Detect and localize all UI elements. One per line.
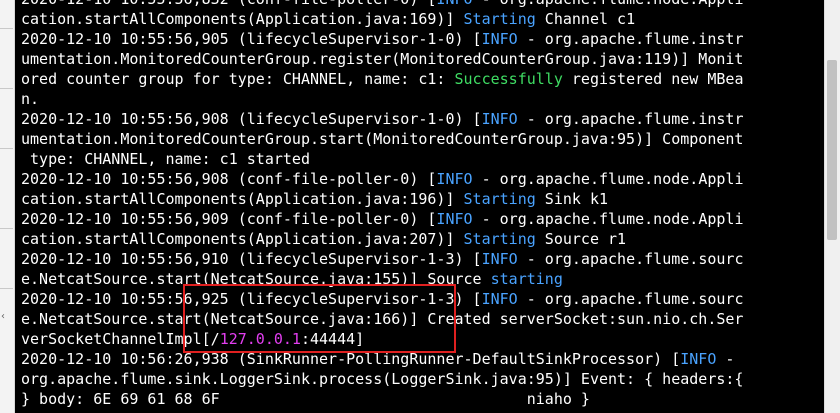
log-segment: cation.startAllComponents(Application.ja…: [21, 230, 464, 248]
log-segment: - org.apache.flume.node.Appli: [473, 0, 744, 8]
log-segment: Channel c1: [535, 10, 636, 28]
log-segment: -: [716, 350, 735, 368]
log-segment: 2020-12-10 10:55:56,909 (conf-file-polle…: [21, 210, 437, 228]
panel-divider: [0, 288, 13, 289]
panel-divider: [0, 148, 13, 149]
vertical-scrollbar[interactable]: [824, 0, 840, 413]
left-side-panel: ‹: [0, 0, 15, 413]
log-line: 2020-12-10 10:55:56,905 (lifecycleSuperv…: [21, 29, 821, 49]
log-keyword: INFO: [436, 0, 472, 8]
log-line: 2020-12-10 10:56:26,938 (SinkRunner-Poll…: [21, 349, 821, 369]
log-segment: verSocketChannelImpl[/: [21, 330, 220, 348]
log-segment: } body: 6E 69 61 68 6F niaho }: [21, 390, 590, 408]
log-keyword: Starting: [463, 10, 536, 28]
log-line: verSocketChannelImpl[/127.0.0.1:44444]: [21, 329, 821, 349]
scrollbar-thumb[interactable]: [827, 60, 837, 240]
log-segment: umentation.MonitoredCounterGroup.registe…: [21, 50, 744, 68]
log-line: 2020-12-10 10:55:56,909 (conf-file-polle…: [21, 209, 821, 229]
log-line: cation.startAllComponents(Application.ja…: [21, 9, 821, 29]
log-line: } body: 6E 69 61 68 6F niaho }: [21, 389, 821, 409]
log-segment: e.NetcatSource.start(NetcatSource.java:1…: [21, 310, 744, 328]
log-segment: 2020-12-10 10:55:56,908 (lifecycleSuperv…: [21, 110, 482, 128]
log-keyword: INFO: [436, 210, 473, 228]
log-segment: - org.apache.flume.node.Appli: [472, 210, 744, 228]
log-success-word: Successfully: [454, 70, 563, 88]
log-segment: umentation.MonitoredCounterGroup.start(M…: [21, 130, 744, 148]
log-segment: ored counter group for type: CHANNEL, na…: [21, 70, 455, 88]
log-segment: Sink k1: [535, 190, 609, 208]
log-keyword: INFO: [481, 290, 518, 308]
log-line: e.NetcatSource.start(NetcatSource.java:1…: [21, 269, 821, 289]
terminal-window: ‹ 2020-12-10 10:55:56,832 (conf-file-pol…: [0, 0, 840, 413]
panel-divider: [0, 28, 13, 29]
log-line: e.NetcatSource.start(NetcatSource.java:1…: [21, 309, 821, 329]
log-line: cation.startAllComponents(Application.ja…: [21, 189, 821, 209]
terminal-output[interactable]: 2020-12-10 10:55:56,832 (conf-file-polle…: [15, 0, 825, 413]
log-line: 2020-12-10 10:55:56,832 (conf-file-polle…: [21, 0, 821, 9]
log-segment: 2020-12-10 10:55:56,905 (lifecycleSuperv…: [21, 30, 482, 48]
log-segment: 2020-12-10 10:55:56,832 (conf-file-polle…: [21, 0, 436, 8]
chevron-left-icon[interactable]: ‹: [1, 312, 5, 322]
log-segment: 2020-12-10 10:55:56,910 (lifecycleSuperv…: [21, 250, 482, 268]
panel-divider: [0, 88, 13, 89]
log-keyword: INFO: [680, 350, 717, 368]
panel-divider: [0, 228, 13, 229]
log-text: 2020-12-10 10:55:56,832 (conf-file-polle…: [21, 0, 821, 409]
log-keyword: starting: [490, 270, 563, 288]
log-keyword: INFO: [481, 250, 518, 268]
log-line: 2020-12-10 10:55:56,908 (lifecycleSuperv…: [21, 109, 821, 129]
log-segment: 2020-12-10 10:55:56,908 (conf-file-polle…: [21, 170, 437, 188]
log-segment: org.apache.flume.sink.LoggerSink.process…: [21, 370, 744, 388]
log-keyword: INFO: [481, 110, 518, 128]
log-segment: type: CHANNEL, name: c1 started: [21, 150, 310, 168]
log-keyword: Starting: [463, 190, 536, 208]
log-segment: 2020-12-10 10:55:56,925 (lifecycleSuperv…: [21, 290, 482, 308]
log-segment: - org.apache.flume.instr: [517, 110, 744, 128]
log-keyword: INFO: [436, 170, 473, 188]
log-segment: n.: [21, 90, 40, 108]
log-line: type: CHANNEL, name: c1 started: [21, 149, 821, 169]
log-keyword: Starting: [463, 230, 536, 248]
log-segment: - org.apache.flume.node.Appli: [472, 170, 744, 188]
log-ip-address: 127.0.0.1: [219, 330, 301, 348]
log-line: 2020-12-10 10:55:56,908 (conf-file-polle…: [21, 169, 821, 189]
log-line: n.: [21, 89, 821, 109]
log-segment: - org.apache.flume.instr: [517, 30, 744, 48]
log-keyword: INFO: [481, 30, 518, 48]
log-segment: registered new MBea: [562, 70, 744, 88]
log-segment: - org.apache.flume.sourc: [517, 290, 744, 308]
log-line: cation.startAllComponents(Application.ja…: [21, 229, 821, 249]
log-line: org.apache.flume.sink.LoggerSink.process…: [21, 369, 821, 389]
log-segment: cation.startAllComponents(Application.ja…: [21, 10, 464, 28]
log-segment: - org.apache.flume.sourc: [517, 250, 744, 268]
log-line: 2020-12-10 10:55:56,910 (lifecycleSuperv…: [21, 249, 821, 269]
log-segment: e.NetcatSource.start(NetcatSource.java:1…: [21, 270, 491, 288]
log-line: 2020-12-10 10:55:56,925 (lifecycleSuperv…: [21, 289, 821, 309]
log-segment: Source r1: [535, 230, 627, 248]
log-segment: cation.startAllComponents(Application.ja…: [21, 190, 464, 208]
log-line: umentation.MonitoredCounterGroup.registe…: [21, 49, 821, 69]
log-line: ored counter group for type: CHANNEL, na…: [21, 69, 821, 89]
log-segment: 2020-12-10 10:56:26,938 (SinkRunner-Poll…: [21, 350, 681, 368]
log-segment: :44444]: [300, 330, 365, 348]
log-line: umentation.MonitoredCounterGroup.start(M…: [21, 129, 821, 149]
